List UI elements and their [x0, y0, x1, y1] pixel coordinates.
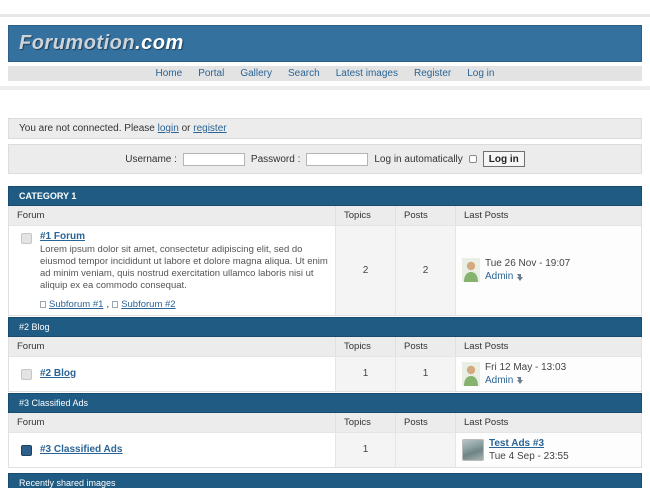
col-header-forum: Forum: [9, 206, 335, 225]
category-1-title: CATEGORY 1: [8, 186, 642, 206]
forum-2-posts-count: 1: [395, 356, 455, 391]
last-post-date: Fri 12 May - 13:03: [485, 361, 566, 374]
nav-search[interactable]: Search: [288, 68, 320, 79]
forum-2-last-post: Fri 12 May - 13:03 Admin: [455, 356, 641, 391]
no-new-posts-icon: [21, 369, 32, 380]
site-logo: Forumotion.com: [19, 32, 184, 55]
forum-1-last-post: Tue 26 Nov - 19:07 Admin: [455, 225, 641, 315]
col-header-last-posts: Last Posts: [455, 206, 641, 225]
col-header-forum: Forum: [9, 413, 335, 432]
quick-login-form: Username : Password : Log in automatical…: [8, 144, 642, 174]
nav-gallery[interactable]: Gallery: [240, 68, 272, 79]
notice-text: You are not connected. Please: [19, 123, 155, 134]
last-post-thumbnail[interactable]: [462, 439, 484, 461]
auto-login-label: Log in automatically: [374, 154, 462, 165]
forum-row-3-main: #3 Classified Ads: [9, 432, 335, 467]
col-header-topics: Topics: [335, 206, 395, 225]
nav-divider: [0, 86, 650, 90]
default-avatar-icon: [462, 258, 480, 282]
nav-latest-images[interactable]: Latest images: [336, 68, 398, 79]
forum-1-topics-count: 2: [335, 225, 395, 315]
password-input[interactable]: [306, 153, 368, 166]
password-label: Password :: [251, 154, 300, 165]
category-3-title: #3 Classified Ads: [8, 393, 642, 413]
connection-notice: You are not connected. Please login or r…: [8, 118, 642, 139]
forum-1-link[interactable]: #1 Forum: [40, 231, 85, 242]
last-post-date: Tue 4 Sep - 23:55: [489, 450, 569, 463]
subforum-2-link[interactable]: Subforum #2: [121, 299, 175, 310]
subforum-icon: [40, 301, 46, 308]
no-new-posts-icon: [21, 233, 32, 244]
category-2-section: #2 Blog Forum Topics Posts Last Posts #2…: [8, 317, 642, 392]
nav-register[interactable]: Register: [414, 68, 451, 79]
col-header-forum: Forum: [9, 337, 335, 356]
logo-suffix: .com: [135, 32, 184, 54]
last-post-author-link[interactable]: Admin: [485, 270, 513, 283]
forum-3-link[interactable]: #3 Classified Ads: [40, 444, 122, 455]
login-link[interactable]: login: [158, 123, 179, 134]
forum-3-posts-count: [395, 432, 455, 467]
nav-login[interactable]: Log in: [467, 68, 494, 79]
category-2-table: Forum Topics Posts Last Posts #2 Blog 1 …: [8, 337, 642, 392]
last-topic-link[interactable]: Test Ads #3: [489, 438, 544, 449]
username-input[interactable]: [183, 153, 245, 166]
nav-portal[interactable]: Portal: [198, 68, 224, 79]
top-divider: [0, 14, 650, 17]
subforum-1-link[interactable]: Subforum #1: [49, 299, 103, 310]
col-header-last-posts: Last Posts: [455, 337, 641, 356]
main-nav: Home Portal Gallery Search Latest images…: [8, 66, 642, 81]
notice-or: or: [182, 123, 191, 134]
forum-3-last-post: Test Ads #3 Tue 4 Sep - 23:55: [455, 432, 641, 467]
goto-last-post-icon[interactable]: [516, 273, 524, 281]
forum-3-topics-count: 1: [335, 432, 395, 467]
col-header-posts: Posts: [395, 337, 455, 356]
default-avatar-icon: [462, 362, 480, 386]
category-1-table: Forum Topics Posts Last Posts #1 Forum L…: [8, 206, 642, 316]
forum-row-1-main: #1 Forum Lorem ipsum dolor sit amet, con…: [9, 225, 335, 315]
col-header-posts: Posts: [395, 413, 455, 432]
last-post-date: Tue 26 Nov - 19:07: [485, 257, 570, 270]
shared-images-title: Recently shared images: [8, 473, 642, 488]
forum-homepage: Forumotion.com Home Portal Gallery Searc…: [0, 0, 650, 488]
forum-2-link[interactable]: #2 Blog: [40, 368, 76, 379]
col-header-topics: Topics: [335, 413, 395, 432]
category-2-title: #2 Blog: [8, 317, 642, 337]
last-post-author-link[interactable]: Admin: [485, 374, 513, 387]
username-label: Username :: [125, 154, 177, 165]
subforum-separator: ,: [106, 299, 109, 310]
col-header-last-posts: Last Posts: [455, 413, 641, 432]
subforum-icon: [112, 301, 118, 308]
col-header-posts: Posts: [395, 206, 455, 225]
forum-1-description: Lorem ipsum dolor sit amet, consectetur …: [40, 244, 329, 292]
register-link[interactable]: register: [193, 123, 226, 134]
col-header-topics: Topics: [335, 337, 395, 356]
forum-1-subforums: Subforum #1 , Subforum #2: [40, 299, 329, 310]
auto-login-checkbox[interactable]: [469, 155, 477, 163]
nav-home[interactable]: Home: [156, 68, 183, 79]
forum-1-posts-count: 2: [395, 225, 455, 315]
category-3-section: #3 Classified Ads Forum Topics Posts Las…: [8, 393, 642, 468]
forum-row-2-main: #2 Blog: [9, 356, 335, 391]
site-banner: Forumotion.com: [8, 25, 642, 62]
logo-text: Forumotion: [19, 32, 135, 54]
forum-2-topics-count: 1: [335, 356, 395, 391]
category-3-table: Forum Topics Posts Last Posts #3 Classif…: [8, 413, 642, 468]
login-button[interactable]: Log in: [483, 151, 525, 167]
goto-last-post-icon[interactable]: [516, 376, 524, 384]
category-1-section: CATEGORY 1 Forum Topics Posts Last Posts…: [8, 186, 642, 316]
new-posts-icon: [21, 445, 32, 456]
